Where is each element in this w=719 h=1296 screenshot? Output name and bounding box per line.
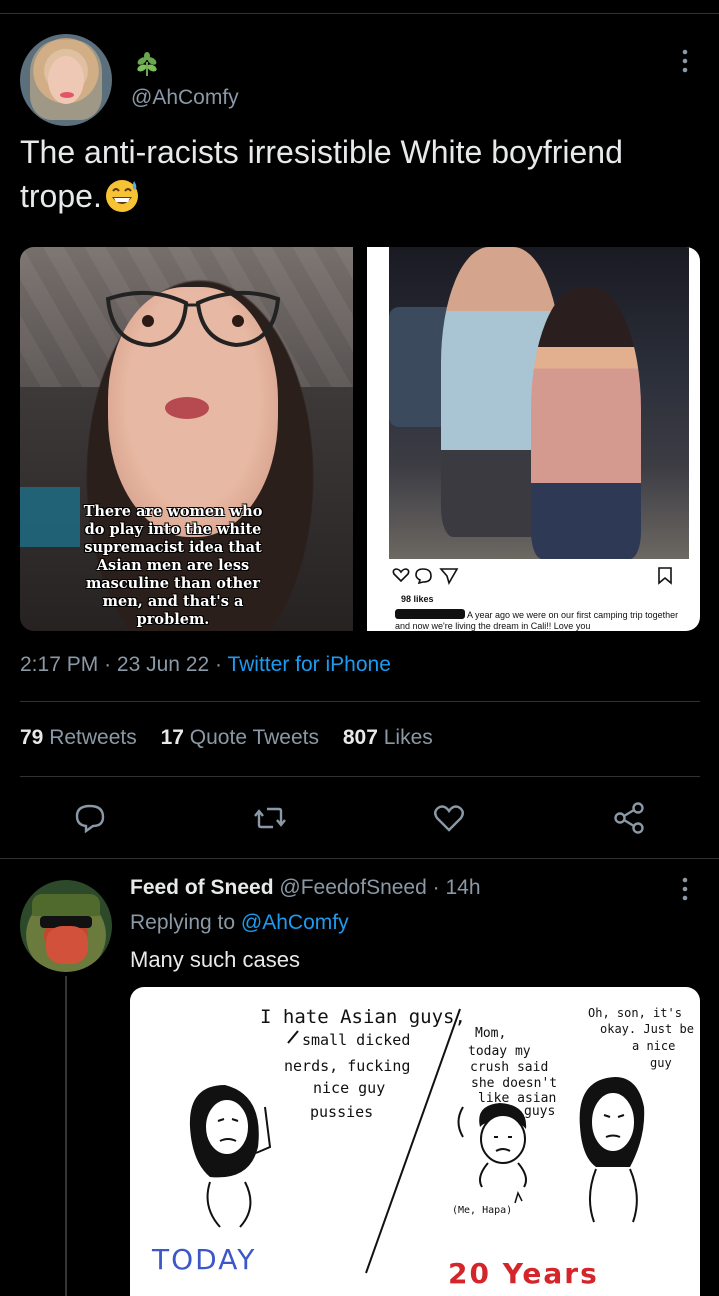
svg-text:guys: guys — [524, 1104, 555, 1119]
reply-author-handle[interactable]: @FeedofSneed — [279, 876, 426, 899]
comic-years-label: 20 Years — [448, 1257, 599, 1290]
author-avatar[interactable] — [20, 34, 112, 126]
meta-separator: · — [104, 653, 112, 676]
quote-tweets-stat[interactable]: 17 Quote Tweets — [161, 726, 319, 749]
bookmark-icon — [658, 567, 672, 585]
tweet-text: The anti-racists irresistible White boyf… — [20, 130, 710, 218]
reply-time: · 14h — [432, 876, 481, 899]
heart-icon — [392, 568, 410, 583]
svg-text:small dicked: small dicked — [302, 1031, 410, 1049]
reply-more-options-icon[interactable] — [681, 876, 689, 902]
svg-text:guy: guy — [650, 1056, 672, 1070]
tweet-stats: 79 Retweets 17 Quote Tweets 807 Likes — [20, 726, 451, 750]
replying-to-handle[interactable]: @AhComfy — [241, 911, 349, 934]
media-image-left[interactable]: There are women who do play into the whi… — [20, 247, 353, 631]
herb-emoji-icon — [137, 52, 157, 76]
tweet-date: 23 Jun 22 — [116, 653, 210, 676]
media-overlay-text: There are women who do play into the whi… — [83, 503, 263, 628]
instagram-likes: 98 likes — [401, 594, 434, 604]
svg-text:I hate Asian guys,: I hate Asian guys, — [260, 1006, 466, 1028]
section-divider — [0, 858, 719, 859]
reply-icon[interactable] — [73, 801, 107, 835]
comment-icon — [415, 568, 432, 585]
divider — [20, 701, 700, 702]
likes-stat[interactable]: 807 Likes — [343, 726, 433, 749]
tweet-meta: 2:17 PM · 23 Jun 22 · Twitter for iPhone — [20, 653, 391, 677]
author-handle[interactable]: @AhComfy — [131, 86, 239, 110]
svg-text:(Me, Hapa): (Me, Hapa) — [452, 1205, 512, 1216]
svg-text:Mom,: Mom, — [475, 1026, 506, 1041]
reply-author-avatar[interactable] — [20, 880, 112, 972]
thread-line — [65, 976, 67, 1296]
svg-text:pussies: pussies — [310, 1103, 373, 1121]
meta-separator: · — [215, 653, 222, 676]
tweet-media[interactable]: There are women who do play into the whi… — [20, 247, 700, 631]
comic-left-speech: I hate Asian guys, small dicked nerds, f… — [260, 1006, 466, 1121]
svg-text:today my: today my — [468, 1044, 531, 1059]
more-options-icon[interactable] — [681, 48, 689, 74]
svg-text:nerds, fucking: nerds, fucking — [284, 1057, 410, 1075]
grinning-sweat-emoji-icon — [105, 180, 138, 212]
tweet-time: 2:17 PM — [20, 653, 99, 676]
comic-today-label: TODAY — [152, 1243, 257, 1276]
retweets-stat[interactable]: 79 Retweets — [20, 726, 137, 749]
comic-right-speech: Oh, son, it's okay. Just be a nice guy — [588, 1006, 694, 1070]
svg-text:crush said: crush said — [470, 1060, 548, 1075]
svg-text:nice guy: nice guy — [313, 1079, 385, 1097]
replying-to-label: Replying to — [130, 911, 236, 934]
reply-text: Many such cases — [130, 947, 300, 972]
svg-text:okay. Just be: okay. Just be — [600, 1022, 694, 1036]
replying-to: Replying to @AhComfy — [130, 911, 349, 935]
like-icon[interactable] — [432, 801, 466, 835]
retweet-icon[interactable] — [253, 801, 287, 835]
tweet-source-link[interactable]: Twitter for iPhone — [227, 653, 390, 676]
reply-header: Feed of Sneed @FeedofSneed · 14h — [130, 876, 481, 900]
svg-text:she doesn't: she doesn't — [471, 1076, 557, 1091]
svg-text:Oh, son, it's: Oh, son, it's — [588, 1006, 682, 1020]
reply-author-name[interactable]: Feed of Sneed — [130, 876, 274, 899]
share-icon[interactable] — [612, 801, 646, 835]
top-divider — [0, 13, 719, 14]
media-image-right[interactable]: 98 likes A year ago we were on our first… — [367, 247, 700, 631]
reply-media-comic[interactable]: I hate Asian guys, small dicked nerds, f… — [130, 987, 700, 1296]
comic-middle-speech: Mom, today my crush said she doesn't lik… — [468, 1026, 557, 1119]
share-icon — [439, 568, 459, 586]
instagram-caption: A year ago we were on our first camping … — [395, 609, 685, 631]
svg-text:a nice: a nice — [632, 1039, 675, 1053]
instagram-action-bar — [392, 567, 672, 586]
divider — [20, 776, 700, 777]
